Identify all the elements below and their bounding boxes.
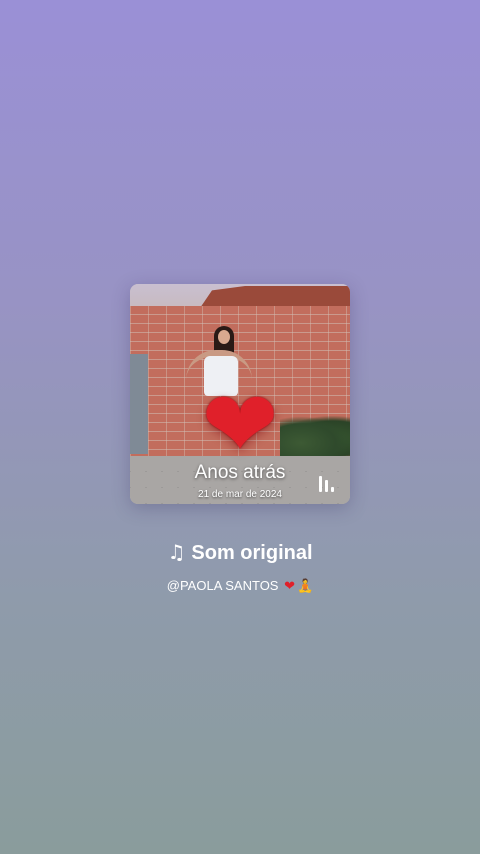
cover-overlay-date: 21 de mar de 2024 <box>198 489 282 500</box>
cover-overlay-title: Anos atrás <box>194 462 286 483</box>
cover-person-face <box>218 330 230 344</box>
sound-title-text: Som original <box>191 542 313 564</box>
person-emoji-icon: 🧘 <box>297 579 314 594</box>
sound-author-handle: @PAOLA SANTOS <box>166 578 279 593</box>
music-note-icon: ♫ <box>167 540 186 564</box>
sound-title[interactable]: ♫ Som original <box>0 540 480 565</box>
album-cover-card[interactable]: ❤ Anos atrás 21 de mar de 2024 <box>130 284 350 504</box>
red-heart-emoji-icon: ❤ <box>284 579 296 594</box>
heart-emoji-icon: ❤ <box>201 371 279 478</box>
sound-author[interactable]: @PAOLA SANTOS ❤ 🧘 <box>0 578 480 594</box>
cover-wall-top <box>200 286 350 308</box>
equalizer-icon[interactable] <box>318 472 336 492</box>
cover-plants <box>280 416 350 461</box>
cover-door <box>130 354 148 454</box>
